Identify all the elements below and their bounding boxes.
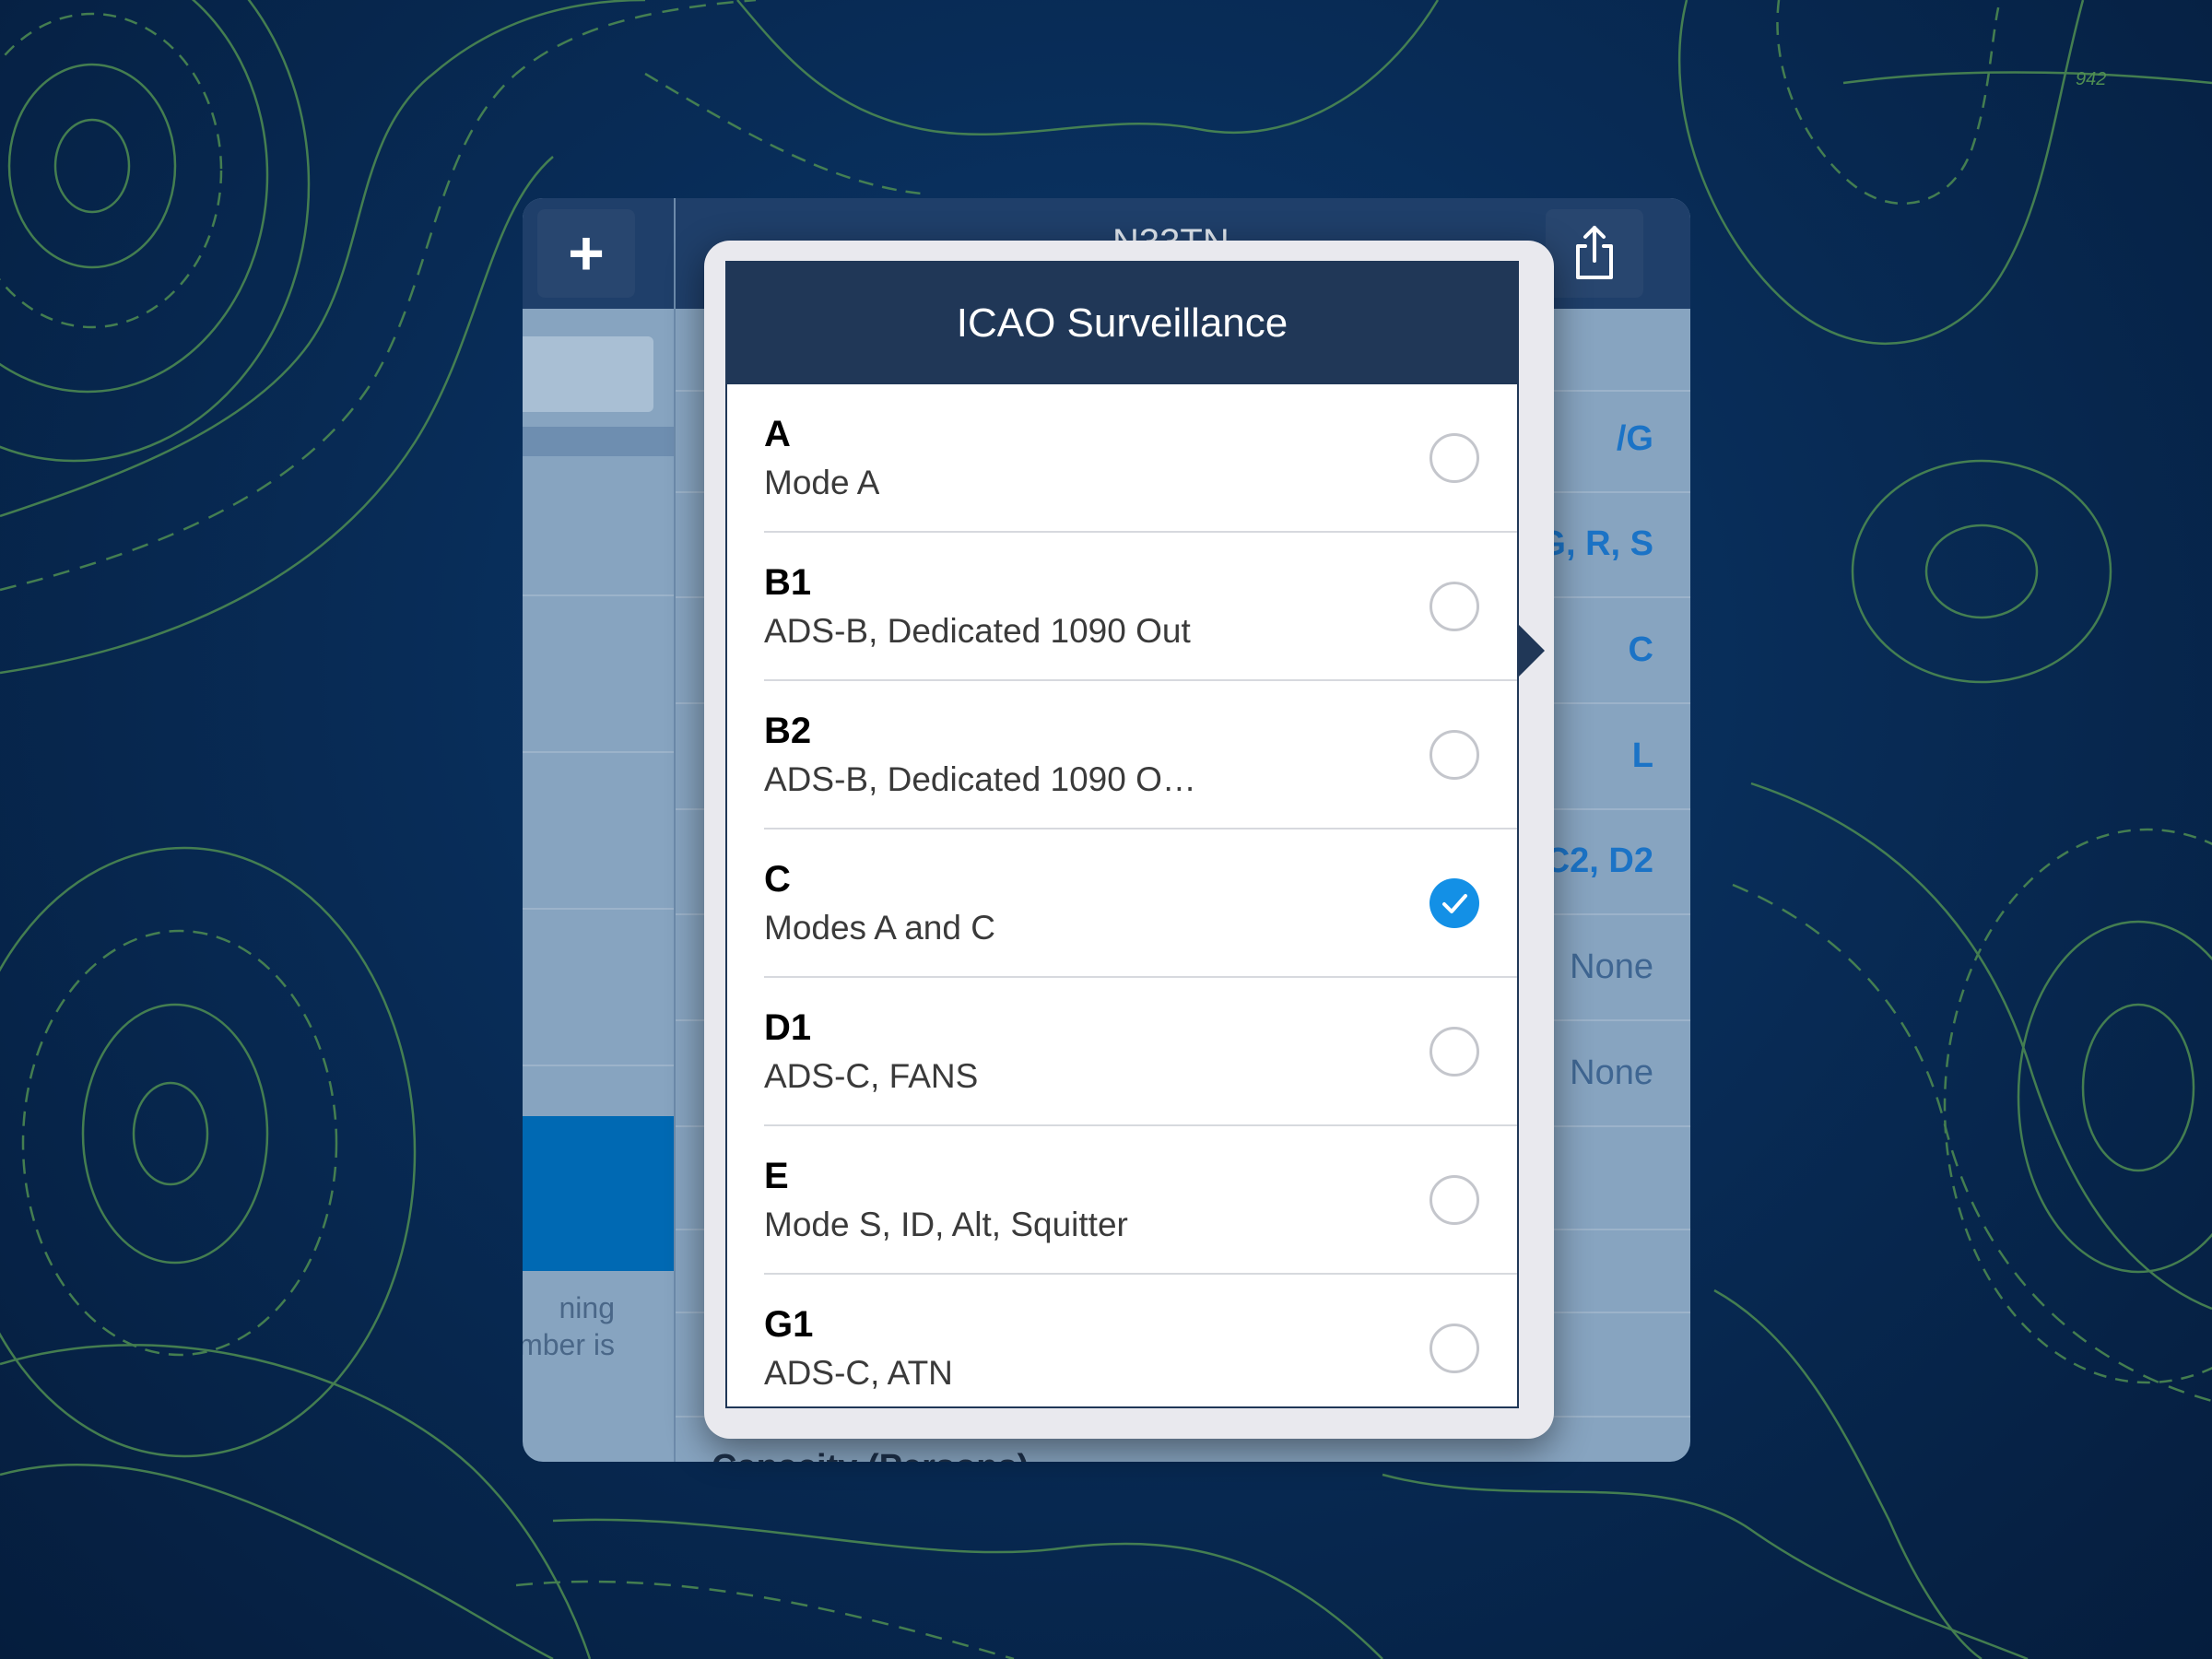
- option-description: Mode A: [764, 464, 880, 501]
- wake-category-value[interactable]: L: [1632, 736, 1653, 776]
- option-description: ADS-C, ATN: [764, 1354, 953, 1392]
- radio-circle-icon[interactable]: [1430, 730, 1479, 780]
- option-value-none-1[interactable]: None: [1570, 947, 1653, 987]
- option-code: G1: [764, 1304, 814, 1345]
- surveillance-option-b1[interactable]: B1 ADS-B, Dedicated 1090 Out: [727, 533, 1517, 681]
- option-code: D1: [764, 1007, 812, 1048]
- surveillance-option-list: A Mode A B1 ADS-B, Dedicated 1090 Out B2 ADS-…: [727, 384, 1517, 1406]
- capacity-row-label: Capacity (Persons): [712, 1448, 1029, 1462]
- sidebar-separator: [523, 908, 674, 910]
- surveillance-option-g1[interactable]: G1 ADS-C, ATN: [727, 1275, 1517, 1406]
- plus-icon: +: [568, 218, 605, 288]
- icao-surveillance-value[interactable]: C: [1629, 630, 1653, 670]
- radio-circle-icon[interactable]: [1430, 1175, 1479, 1225]
- datalink-value[interactable]: C2, D2: [1545, 841, 1653, 881]
- sidebar-item-selected[interactable]: [523, 1116, 674, 1271]
- sidebar-header-band: [523, 427, 674, 456]
- option-code: A: [764, 414, 791, 454]
- split-divider: [674, 198, 676, 1462]
- surveillance-option-a[interactable]: A Mode A: [727, 384, 1517, 533]
- option-code: B1: [764, 562, 812, 603]
- add-button[interactable]: +: [537, 209, 635, 298]
- icao-equipment-value[interactable]: G, R, S: [1538, 524, 1653, 564]
- popover-title: ICAO Surveillance: [727, 263, 1517, 384]
- option-description: ADS-B, Dedicated 1090 O…: [764, 760, 1196, 798]
- option-code: C: [764, 859, 791, 900]
- option-code: E: [764, 1156, 789, 1196]
- option-description: ADS-C, FANS: [764, 1057, 979, 1095]
- equipment-suffix-value[interactable]: /G: [1617, 419, 1653, 459]
- sidebar-separator: [523, 1065, 674, 1066]
- svg-text:942: 942: [2076, 69, 2106, 89]
- popover-arrow: [1517, 623, 1545, 678]
- sidebar-footnote: ning mber is: [523, 1291, 615, 1361]
- share-icon: [1576, 226, 1613, 279]
- sidebar-separator: [523, 594, 674, 596]
- share-button[interactable]: [1546, 209, 1643, 298]
- surveillance-option-d1[interactable]: D1 ADS-C, FANS: [727, 978, 1517, 1126]
- sidebar-separator: [523, 751, 674, 753]
- option-value-none-2[interactable]: None: [1570, 1053, 1653, 1093]
- option-description: ADS-B, Dedicated 1090 Out: [764, 612, 1191, 650]
- icao-surveillance-popover: ICAO Surveillance A Mode A B1 ADS-B, Dedica…: [725, 261, 1519, 1408]
- surveillance-option-b2[interactable]: B2 ADS-B, Dedicated 1090 O…: [727, 681, 1517, 830]
- checkmark-icon[interactable]: [1430, 878, 1479, 928]
- sidebar-search-field[interactable]: [523, 336, 653, 412]
- option-code: B2: [764, 711, 812, 751]
- radio-circle-icon[interactable]: [1430, 582, 1479, 631]
- option-description: Mode S, ID, Alt, Squitter: [764, 1206, 1128, 1243]
- radio-circle-icon[interactable]: [1430, 433, 1479, 483]
- surveillance-option-e[interactable]: E Mode S, ID, Alt, Squitter: [727, 1126, 1517, 1275]
- surveillance-option-c[interactable]: C Modes A and C: [727, 830, 1517, 978]
- radio-circle-icon[interactable]: [1430, 1027, 1479, 1077]
- radio-circle-icon[interactable]: [1430, 1324, 1479, 1373]
- option-description: Modes A and C: [764, 909, 995, 947]
